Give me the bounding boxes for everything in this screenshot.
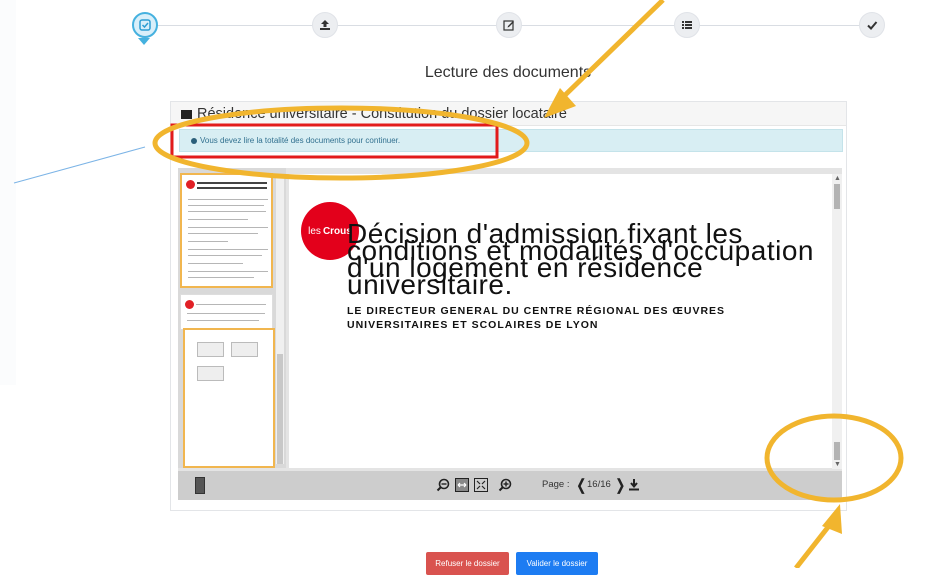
prev-page-icon[interactable]: ❬	[575, 476, 588, 494]
fit-page-icon[interactable]	[474, 478, 488, 492]
panel-title: Résidence universitaire - Constitution d…	[181, 106, 567, 122]
thumbnail-scrollbar[interactable]	[276, 174, 284, 464]
scroll-up-icon[interactable]: ▲	[834, 175, 841, 182]
list-icon	[682, 21, 692, 29]
zoom-out-icon[interactable]	[436, 478, 450, 492]
thumbnail-page-1[interactable]	[180, 173, 273, 288]
active-step-pointer	[138, 38, 150, 45]
step-done[interactable]	[859, 12, 885, 38]
info-icon	[191, 138, 197, 144]
step-reading[interactable]	[132, 12, 158, 38]
step-summary[interactable]	[674, 12, 700, 38]
info-alert: Vous devez lire la totalité des document…	[179, 129, 843, 152]
page-scrollbar[interactable]: ▲ ▼	[832, 174, 842, 469]
director-heading: LE DIRECTEUR GENERAL DU CENTRE RÉGIONAL …	[347, 305, 726, 331]
download-icon[interactable]	[627, 478, 641, 492]
panel-title-text: Résidence universitaire - Constitution d…	[197, 106, 567, 122]
upload-icon	[320, 20, 330, 30]
check-icon	[867, 21, 878, 30]
step-upload[interactable]	[312, 12, 338, 38]
document-title: Décision d'admission fixant les conditio…	[347, 218, 814, 300]
refuse-button[interactable]: Refuser le dossier	[426, 552, 509, 575]
zoom-in-icon[interactable]	[498, 478, 512, 492]
folder-icon	[181, 109, 192, 119]
scroll-down-icon[interactable]: ▼	[834, 461, 841, 468]
fit-width-icon[interactable]	[455, 478, 469, 492]
thumbnail-page-2[interactable]	[180, 294, 273, 330]
edit-icon	[503, 20, 514, 31]
thumbnail-sidebar	[178, 168, 286, 468]
section-title: Lecture des documents	[424, 64, 592, 81]
info-text: Vous devez lire la totalité des document…	[200, 136, 401, 145]
validate-button[interactable]: Valider le dossier	[516, 552, 598, 575]
thumbnail-page-16[interactable]	[183, 328, 275, 468]
page-indicator: Page :	[542, 479, 570, 490]
document-page: les Crous Décision d'admission fixant les…	[289, 174, 832, 468]
next-page-icon[interactable]: ❭	[614, 476, 627, 494]
panel-header: Résidence universitaire - Constitution d…	[171, 102, 846, 126]
step-sign[interactable]	[496, 12, 522, 38]
page-number: 16/16	[587, 479, 611, 490]
viewer-toolbar: Page : ❬ 16/16 ❭	[178, 471, 842, 500]
sidebar-toggle-button[interactable]	[195, 477, 205, 494]
checklist-icon	[139, 19, 151, 31]
